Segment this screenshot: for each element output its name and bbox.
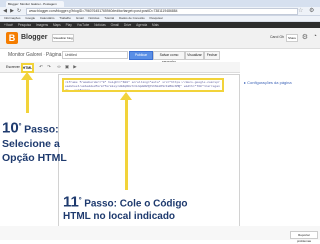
step-11-annotation: 11º Passo: Cole o Código HTML no local i…	[63, 194, 203, 223]
bookmark-item[interactable]: Gmail	[76, 16, 84, 20]
breadcrumb-separator: ·	[43, 52, 45, 58]
step-text: Passo: Cole o Código HTML no local indic…	[63, 198, 188, 223]
bookmark-item[interactable]: Trabalho	[59, 16, 71, 20]
step-number: 11	[63, 193, 79, 211]
tab-compose[interactable]: Escrever	[6, 64, 20, 70]
bookmark-item[interactable]: Informações	[4, 16, 21, 20]
forward-icon[interactable]: ▶	[9, 8, 15, 14]
video-icon[interactable]: ▶	[72, 64, 78, 70]
share-button[interactable]: Share	[286, 34, 298, 42]
browser-tab-bar: Blogger: Monitor Galorei - Postagem	[0, 0, 320, 14]
editor-toolbar: Escrever HTML ↶ ↷ ∞ ▣ ▶	[0, 62, 240, 73]
address-bar: ◀ ▶ ↻ www.blogger.com/blogger.g?blogID=7…	[0, 7, 320, 16]
undo-icon[interactable]: ↶	[38, 64, 44, 70]
reload-icon[interactable]: ↻	[16, 8, 22, 14]
bottom-bar	[0, 226, 320, 240]
publish-button[interactable]: Publicar	[129, 51, 153, 60]
notification-icon[interactable]: ◔	[313, 33, 317, 40]
back-icon[interactable]: ◀	[2, 8, 8, 14]
blogger-header: B Blogger Visualizar blog Carol Gh Share…	[0, 28, 320, 49]
google-bar-item[interactable]: Imagens	[36, 23, 48, 27]
breadcrumb-blog[interactable]: Monitor Galorei	[8, 52, 42, 58]
gear-icon[interactable]: ⚙	[302, 33, 308, 41]
wrench-icon[interactable]: ⚙	[309, 7, 314, 14]
step-number: 10	[2, 119, 19, 137]
app-name: Blogger	[21, 34, 48, 41]
user-name[interactable]: Carol Gh	[270, 35, 284, 39]
post-title-row: Monitor Galorei·Página Untitled Publicar…	[0, 49, 320, 64]
page-settings-label: Configurações da página	[247, 80, 292, 85]
breadcrumb: Monitor Galorei·Página	[8, 52, 61, 58]
post-title-input[interactable]: Untitled	[62, 51, 128, 59]
step-10-annotation: 10º Passo: Selecione a Opção HTML	[2, 120, 72, 165]
google-bar-item[interactable]: Drive	[124, 23, 131, 27]
arrow-shaft	[26, 77, 29, 113]
google-bar-item[interactable]: Pesquisa	[18, 23, 31, 27]
bookmark-item[interactable]: Tutorial	[104, 16, 114, 20]
url-input[interactable]: www.blogger.com/blogger.g?blogID=7960764…	[26, 8, 298, 15]
bookmark-item[interactable]: Calendário	[40, 16, 55, 20]
arrow-shaft	[125, 98, 128, 190]
google-bar-item[interactable]: +Você	[4, 23, 13, 27]
google-bar-item[interactable]: Agenda	[136, 23, 147, 27]
preview-button[interactable]: Visualizar	[185, 51, 204, 60]
window-controls	[296, 1, 318, 14]
link-icon[interactable]: ∞	[56, 64, 62, 70]
bookmark-item[interactable]: Notícias	[89, 16, 100, 20]
image-icon[interactable]: ▣	[64, 64, 70, 70]
bookmark-item[interactable]: Dados de Conexão	[119, 16, 145, 20]
bookmark-star-icon[interactable]: ☆	[298, 7, 303, 14]
google-bar-item[interactable]: Notícias	[94, 23, 106, 27]
blogger-logo-icon[interactable]: B	[6, 32, 18, 44]
google-bar-item[interactable]: Gmail	[111, 23, 119, 27]
breadcrumb-section: Página	[45, 52, 62, 58]
bookmark-item[interactable]: Google	[25, 16, 35, 20]
save-draft-button[interactable]: Salvar como rascunho	[153, 51, 185, 64]
bookmark-item[interactable]: Pesquisar	[149, 16, 162, 20]
google-bar-item[interactable]: Mais	[152, 23, 159, 27]
page-settings-link[interactable]: ▸ Configurações da página	[244, 80, 292, 85]
redo-icon[interactable]: ↷	[46, 64, 52, 70]
report-problem-button[interactable]: Reportar problemas	[290, 231, 318, 243]
close-button[interactable]: Fechar	[204, 51, 220, 60]
view-blog-button[interactable]: Visualizar blog	[52, 34, 74, 42]
google-bar-item[interactable]: Maps	[53, 23, 61, 27]
google-bar-item[interactable]: YouTube	[77, 23, 90, 27]
code-highlight	[62, 78, 224, 92]
google-bar-item[interactable]: Play	[66, 23, 72, 27]
